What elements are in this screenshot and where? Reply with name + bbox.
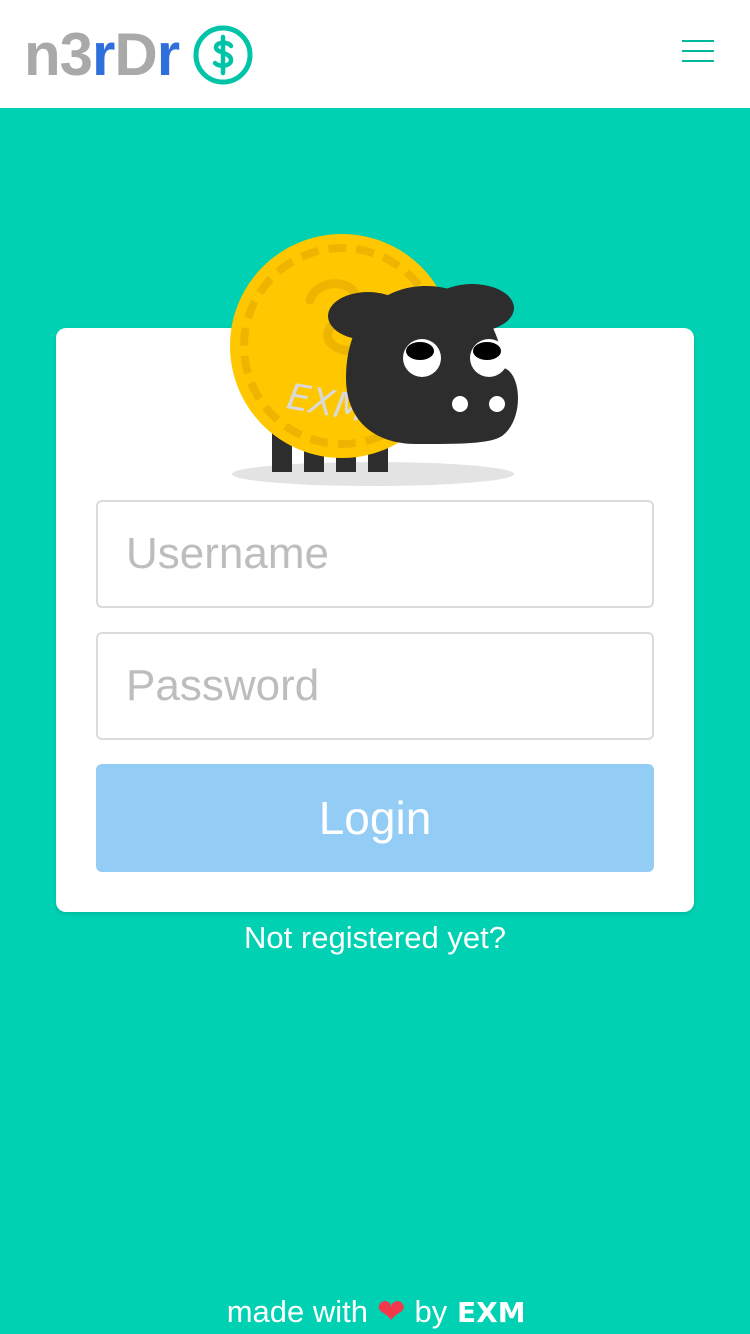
brand-part-4: r xyxy=(156,21,180,88)
heart-icon: ❤ xyxy=(377,1293,406,1331)
navbar: n3rDr xyxy=(0,0,750,108)
coin-sheep-mascot: EXM xyxy=(230,234,518,486)
password-input[interactable] xyxy=(96,632,654,740)
brand-logo-link[interactable]: n3rDr xyxy=(24,22,253,88)
dollar-circle-icon xyxy=(193,25,253,85)
brand-part-3: D xyxy=(114,21,157,88)
brand-wordmark: n3rDr xyxy=(24,21,180,88)
register-link[interactable]: Not registered yet? xyxy=(0,918,750,958)
hamburger-line xyxy=(682,40,714,42)
brand-part-1: n3 xyxy=(24,21,93,88)
footer-by-text: by xyxy=(414,1294,448,1329)
username-input[interactable] xyxy=(96,500,654,608)
hamburger-line xyxy=(682,60,714,62)
hamburger-menu-icon[interactable] xyxy=(676,34,720,74)
footer-made-with-text: made with xyxy=(226,1294,369,1329)
exm-logo-icon[interactable]: EXM xyxy=(457,1297,523,1327)
hamburger-line xyxy=(682,50,714,52)
brand-part-2: r xyxy=(92,21,115,88)
login-button[interactable]: Login xyxy=(96,764,654,872)
exm-logo-text: EXM xyxy=(457,1297,523,1327)
footer: made with ❤ by EXM xyxy=(0,1290,750,1334)
